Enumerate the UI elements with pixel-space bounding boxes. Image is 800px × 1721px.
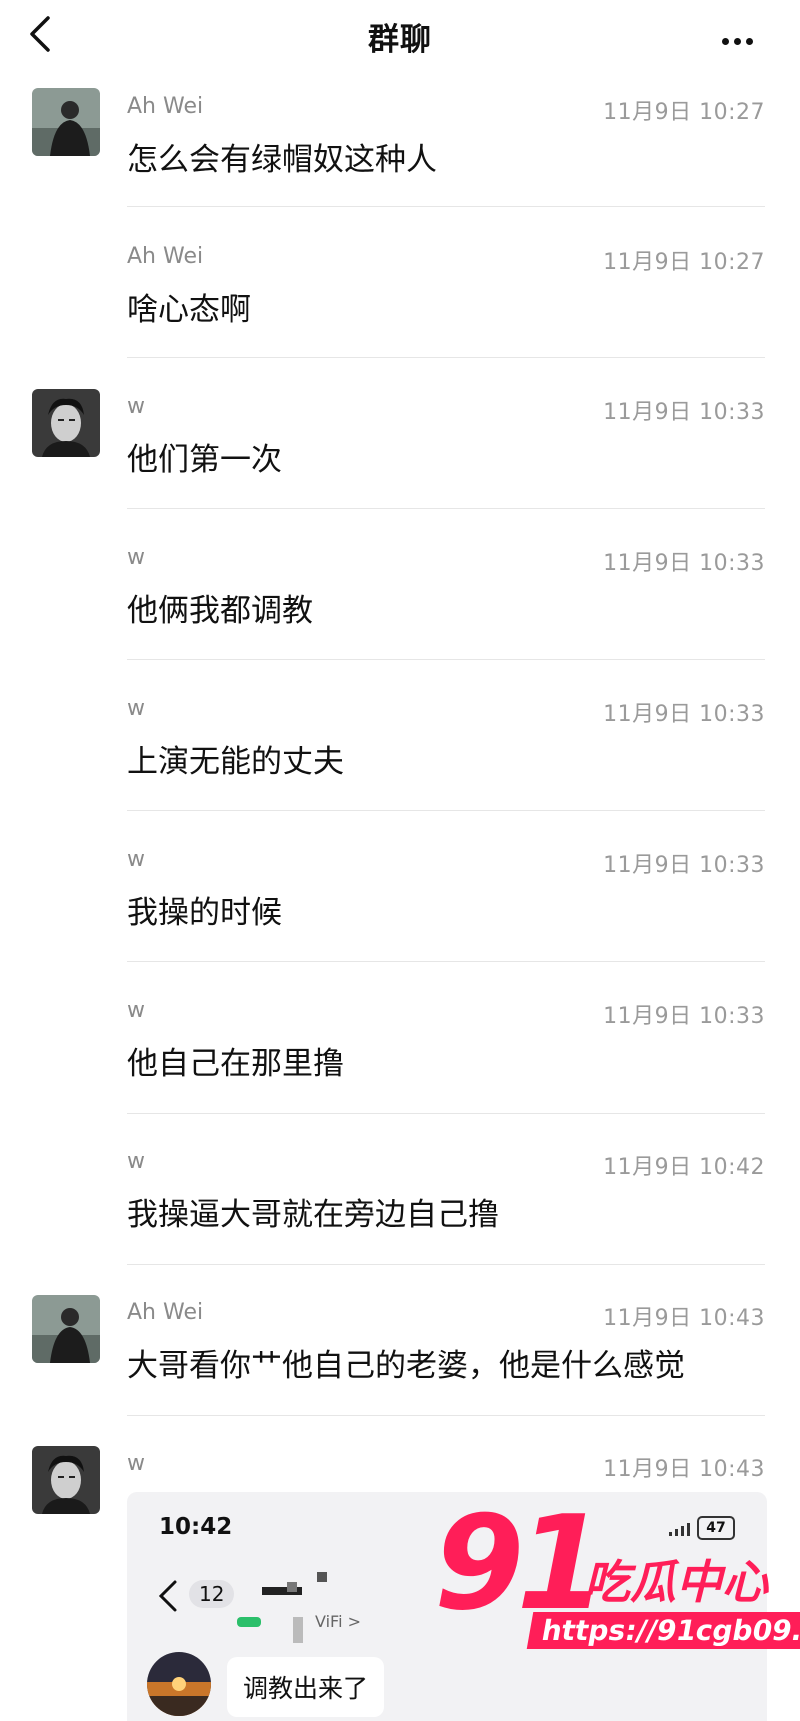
avatar[interactable] [32,389,100,457]
unread-count-badge: 12 [189,1580,235,1608]
message-time: 11月9日 10:33 [603,400,765,425]
message-time: 11月9日 10:43 [603,1457,765,1482]
sender-name: w [127,394,145,419]
message-time: 11月9日 10:42 [603,1155,765,1180]
sender-name: w [127,1149,145,1174]
divider [127,1415,765,1416]
avatar[interactable] [32,1295,100,1363]
message-time: 11月9日 10:33 [603,702,765,727]
sender-name: w [127,847,145,872]
sender-name: w [127,545,145,570]
message-text: 他自己在那里撸 [127,1046,344,1082]
sender-name: w [127,696,145,721]
divider [127,810,765,811]
sender-name: Ah Wei [127,1300,204,1325]
sender-name: Ah Wei [127,244,204,269]
divider [127,508,765,509]
divider [127,1113,765,1114]
avatar[interactable] [32,88,100,156]
avatar[interactable] [32,1446,100,1514]
message-time: 11月9日 10:33 [603,853,765,878]
divider [127,659,765,660]
page-title: 群聊 [368,22,432,58]
message-time: 11月9日 10:33 [603,551,765,576]
top-bar: 群聊 [0,0,800,70]
message-time: 11月9日 10:43 [603,1306,765,1331]
message-text: 他们第一次 [127,442,282,478]
watermark-url: https://91cgb09.com [526,1612,800,1649]
wifi-label: ViFi > [315,1612,362,1631]
divider [127,357,765,358]
watermark-number: 91 [434,1487,607,1639]
more-options-icon[interactable] [722,30,762,45]
message-text: 我操逼大哥就在旁边自己撸 [127,1197,499,1233]
message-time: 11月9日 10:27 [603,250,765,275]
sender-name: Ah Wei [127,94,204,119]
divider [127,1264,765,1265]
message-text: 怎么会有绿帽奴这种人 [127,142,437,178]
avatar [147,1652,211,1716]
message-time: 11月9日 10:27 [603,100,765,125]
status-time: 10:42 [159,1514,233,1540]
divider [127,206,765,207]
message-time: 11月9日 10:33 [603,1004,765,1029]
blurred-mark [293,1617,303,1643]
watermark-text: 吃瓜中心 [584,1555,768,1609]
message-text: 上演无能的丈夫 [127,744,344,780]
blurred-mark [317,1572,327,1582]
watermark-logo: 91 吃瓜中心 https://91cgb09.com [434,1498,800,1668]
sender-name: w [127,1451,145,1476]
message-text: 我操的时候 [127,895,282,931]
sender-name: w [127,998,145,1023]
blurred-mark [237,1617,261,1627]
message-text: 他俩我都调教 [127,593,313,629]
message-text: 啥心态啊 [127,292,251,328]
blurred-mark [287,1582,297,1592]
back-arrow-icon [158,1580,177,1612]
chat-bubble: 调教出来了 [227,1657,385,1717]
message-text: 大哥看你艹他自己的老婆，他是什么感觉 [127,1348,685,1384]
divider [127,961,765,962]
